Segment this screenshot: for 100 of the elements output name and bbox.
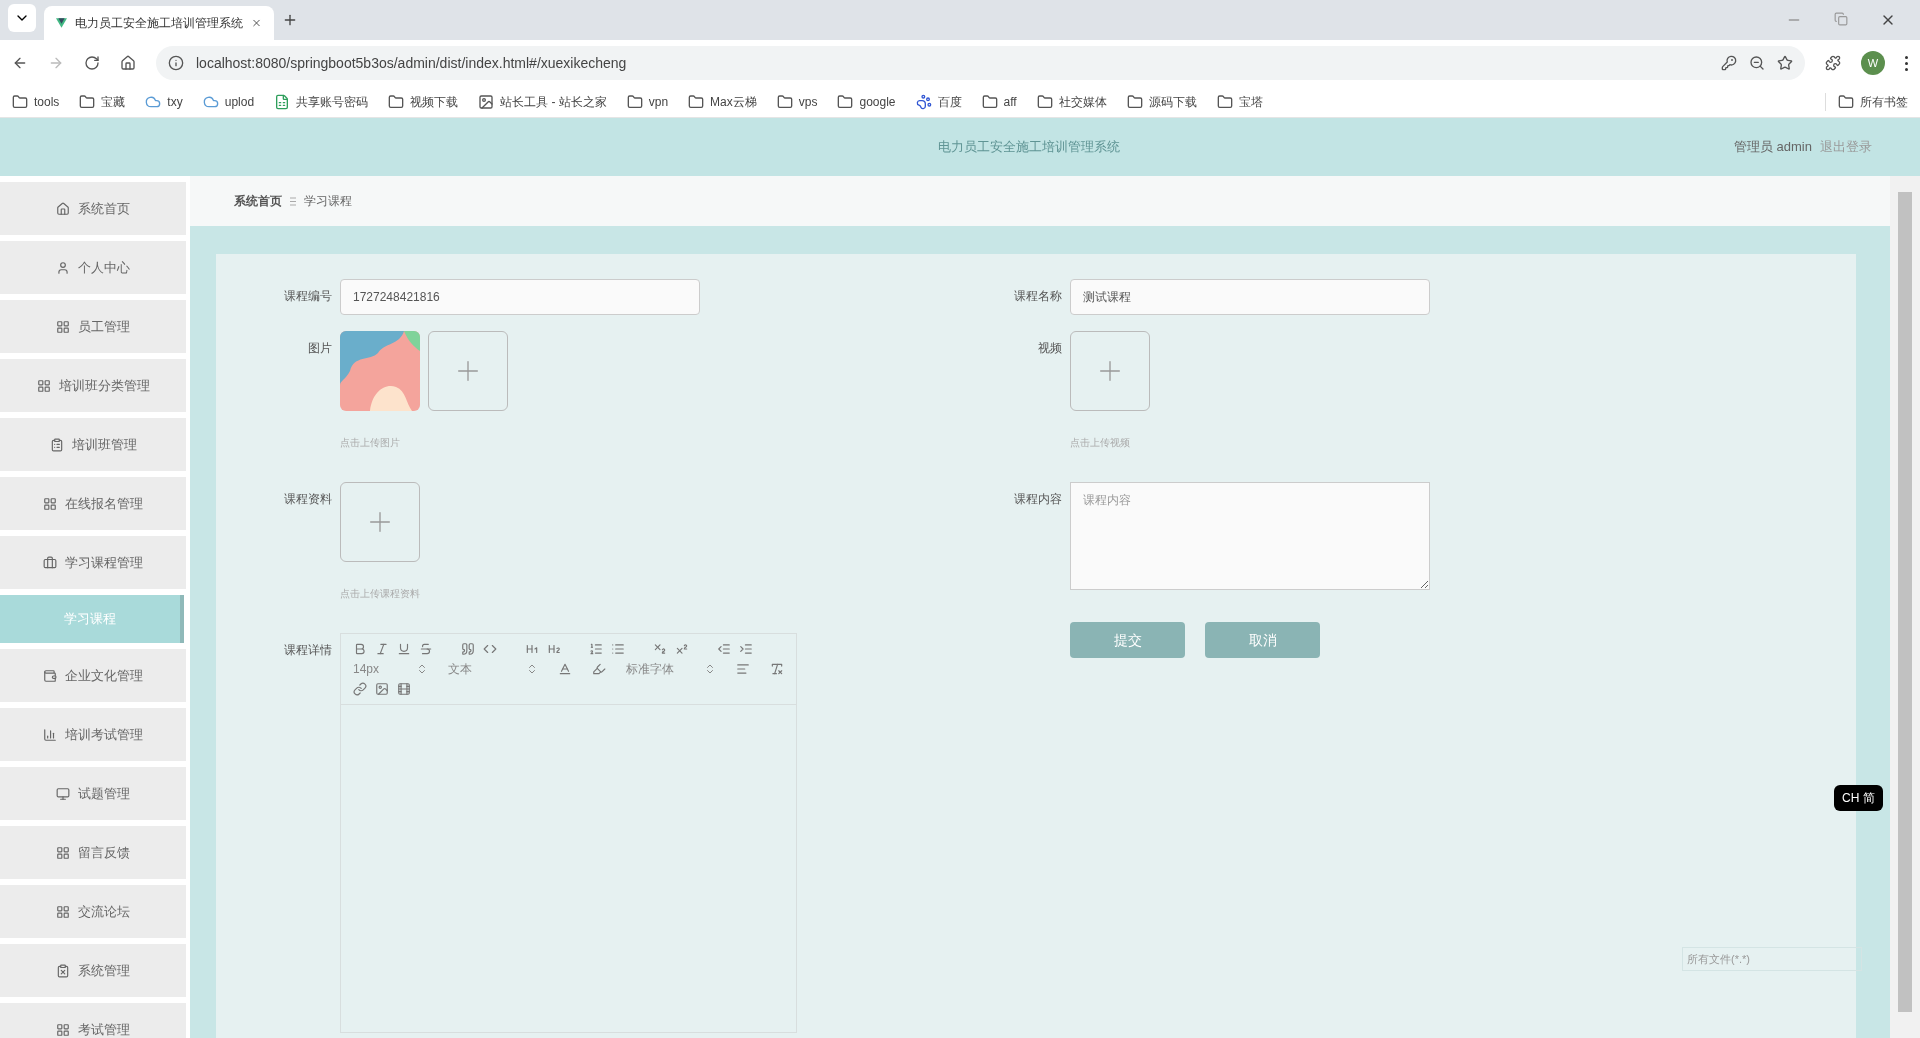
bookmark-item[interactable]: google: [837, 92, 896, 111]
updown-icon: [526, 663, 538, 675]
bookmark-item[interactable]: Max云梯: [688, 92, 757, 111]
user-name: 管理员 admin: [1733, 138, 1812, 157]
grid-icon: [36, 378, 51, 393]
bold-icon[interactable]: [353, 642, 367, 656]
folder-icon: [12, 93, 28, 110]
outdent-icon[interactable]: [717, 642, 731, 656]
sidebar-item[interactable]: 企业文化管理: [0, 649, 186, 702]
grid-icon: [43, 496, 57, 511]
new-tab-icon[interactable]: [282, 12, 298, 28]
bookmark-item[interactable]: 社交媒体: [1036, 92, 1107, 111]
sidebar-item[interactable]: 系统管理: [0, 944, 186, 997]
link-icon[interactable]: [353, 682, 367, 696]
bookmark-item[interactable]: 视频下载: [388, 92, 459, 111]
sidebar-item[interactable]: 留言反馈: [0, 826, 186, 879]
course-number-field[interactable]: 1727248421816: [340, 279, 700, 315]
reload-icon[interactable]: [84, 55, 100, 71]
field-label: 课程编号: [283, 288, 332, 305]
ordered-list-icon[interactable]: [589, 642, 603, 656]
image-icon[interactable]: [375, 682, 389, 696]
bookmark-item[interactable]: 所有书签: [1825, 92, 1908, 111]
clear-format-icon[interactable]: [770, 662, 784, 676]
sidebar-item[interactable]: 试题管理: [0, 767, 186, 820]
breadcrumb-link[interactable]: 系统首页: [234, 192, 282, 210]
folder-icon: [776, 93, 793, 110]
sidebar-item[interactable]: 员工管理: [0, 300, 186, 353]
home-icon: [56, 201, 70, 216]
indent-icon[interactable]: [739, 642, 753, 656]
updown-icon: [416, 663, 428, 675]
breadcrumb-link[interactable]: 学习课程: [304, 192, 352, 210]
folder-icon: [79, 93, 96, 110]
strikethrough-icon[interactable]: [419, 642, 433, 656]
heading-two-icon[interactable]: [547, 642, 561, 656]
folder-icon: [837, 93, 854, 110]
grid-icon: [56, 1022, 70, 1037]
italic-icon[interactable]: [375, 642, 389, 656]
info-icon[interactable]: [168, 55, 184, 71]
ime-indicator[interactable]: CH 简: [1834, 785, 1884, 811]
sidebar-item[interactable]: 培训班管理: [0, 418, 186, 471]
tab-list-button[interactable]: [8, 4, 36, 32]
folder-icon: [626, 93, 643, 110]
sidebar-item[interactable]: 在线报名管理: [0, 477, 186, 530]
briefcase-icon: [43, 555, 57, 570]
bookmark-item[interactable]: aff: [981, 92, 1017, 111]
extensions-icon[interactable]: [1825, 55, 1841, 71]
bookmark-star-icon[interactable]: [1777, 55, 1793, 71]
course-content-field[interactable]: 课程内容: [1070, 482, 1430, 590]
address-bar[interactable]: localhost:8080/springboot5b3os/admin/dist/index.html#/xuexikecheng: [156, 46, 1805, 80]
app-title: 电力员工安全施工培训管理系统: [938, 138, 1120, 157]
bookmark-item[interactable]: 源码下载: [1126, 92, 1197, 111]
folder-icon: [981, 93, 998, 110]
code-icon[interactable]: [483, 642, 497, 656]
sidebar-item[interactable]: 个人中心: [0, 241, 186, 294]
grid-icon: [56, 904, 70, 919]
zoom-icon[interactable]: [1749, 55, 1765, 71]
underline-icon[interactable]: [397, 642, 411, 656]
superscript-icon[interactable]: [675, 642, 689, 656]
editor-select[interactable]: 文本: [448, 660, 538, 678]
video-icon[interactable]: [397, 682, 411, 696]
bookmark-item[interactable]: 百度: [915, 92, 962, 111]
quote-icon[interactable]: [461, 642, 475, 656]
menu-icon[interactable]: [1905, 55, 1908, 71]
monitor-icon: [56, 786, 70, 801]
heading-one-icon[interactable]: [525, 642, 539, 656]
bookmark-item[interactable]: txy: [145, 92, 183, 111]
bookmark-item[interactable]: vps: [776, 92, 818, 111]
bookmark-item[interactable]: tools: [12, 92, 60, 111]
clipboard-icon: [49, 437, 64, 452]
bookmark-item[interactable]: uplod: [202, 92, 255, 111]
highlight-icon[interactable]: [592, 662, 606, 676]
bookmark-item[interactable]: vpn: [626, 92, 669, 111]
bullet-list-icon[interactable]: [611, 642, 625, 656]
align-icon[interactable]: [736, 662, 750, 676]
separator-icon: [290, 196, 296, 206]
bookmark-item[interactable]: 共享账号密码: [274, 92, 369, 111]
course-name-field[interactable]: 测试课程: [1070, 279, 1430, 315]
sidebar-item[interactable]: 系统首页: [0, 182, 186, 235]
subscript-icon[interactable]: [653, 642, 667, 656]
profile-avatar[interactable]: W: [1861, 51, 1885, 75]
sidebar-item[interactable]: 交流论坛: [0, 885, 186, 938]
bookmark-item[interactable]: 宝塔: [1216, 92, 1263, 111]
text-color-icon[interactable]: [558, 662, 572, 676]
editor-select[interactable]: 标准字体: [626, 660, 716, 678]
sidebar-item[interactable]: 学习课程管理: [0, 536, 186, 589]
home-icon[interactable]: [120, 55, 136, 71]
restore-icon[interactable]: [1834, 12, 1848, 26]
browser-tab[interactable]: 电力员工安全施工培训管理系统: [44, 6, 274, 40]
sidebar-item[interactable]: 培训考试管理: [0, 708, 186, 761]
paw-icon: [915, 93, 932, 110]
key-icon[interactable]: [1721, 55, 1737, 71]
back-icon[interactable]: [12, 55, 28, 71]
editor-select[interactable]: 14px: [353, 660, 428, 678]
sidebar-item[interactable]: 考试管理: [0, 1003, 186, 1038]
field-label: 视频: [1037, 340, 1062, 357]
folder-icon: [1126, 93, 1143, 110]
bookmark-item[interactable]: 宝藏: [79, 92, 126, 111]
rich-text-editor[interactable]: 14px 文本 标准字体: [340, 633, 797, 1033]
sidebar-item[interactable]: 培训班分类管理: [0, 359, 186, 412]
bookmark-item[interactable]: 站长工具 - 站长之家: [478, 92, 607, 111]
